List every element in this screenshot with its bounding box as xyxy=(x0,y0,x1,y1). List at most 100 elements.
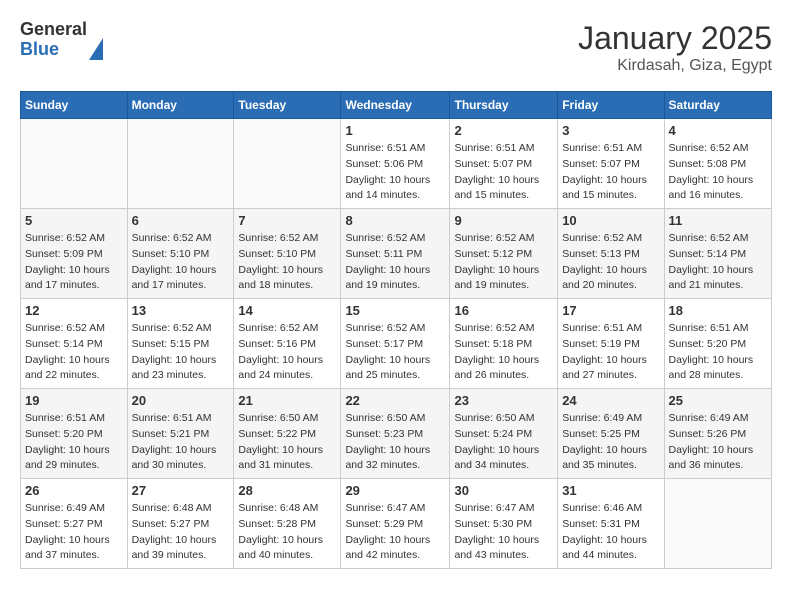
logo-icon xyxy=(89,38,103,60)
calendar-week-row: 1 Sunrise: 6:51 AM Sunset: 5:06 PM Daylig… xyxy=(21,119,772,209)
calendar-cell: 4 Sunrise: 6:52 AM Sunset: 5:08 PM Daylig… xyxy=(664,119,771,209)
day-info: Sunrise: 6:52 AM Sunset: 5:09 PM Dayligh… xyxy=(25,231,123,294)
day-info: Sunrise: 6:52 AM Sunset: 5:14 PM Dayligh… xyxy=(25,321,123,384)
day-info: Sunrise: 6:51 AM Sunset: 5:07 PM Dayligh… xyxy=(562,141,659,204)
calendar-cell: 17 Sunrise: 6:51 AM Sunset: 5:19 PM Dayli… xyxy=(558,299,664,389)
day-info: Sunrise: 6:49 AM Sunset: 5:27 PM Dayligh… xyxy=(25,501,123,564)
day-info: Sunrise: 6:48 AM Sunset: 5:27 PM Dayligh… xyxy=(132,501,230,564)
calendar-cell: 29 Sunrise: 6:47 AM Sunset: 5:29 PM Dayli… xyxy=(341,479,450,569)
day-info: Sunrise: 6:52 AM Sunset: 5:16 PM Dayligh… xyxy=(238,321,336,384)
calendar-cell: 12 Sunrise: 6:52 AM Sunset: 5:14 PM Dayli… xyxy=(21,299,128,389)
calendar-week-row: 12 Sunrise: 6:52 AM Sunset: 5:14 PM Dayli… xyxy=(21,299,772,389)
weekday-header-tuesday: Tuesday xyxy=(234,92,341,119)
weekday-header-sunday: Sunday xyxy=(21,92,128,119)
day-number: 25 xyxy=(669,393,767,408)
calendar-cell: 3 Sunrise: 6:51 AM Sunset: 5:07 PM Daylig… xyxy=(558,119,664,209)
day-info: Sunrise: 6:52 AM Sunset: 5:08 PM Dayligh… xyxy=(669,141,767,204)
weekday-header-saturday: Saturday xyxy=(664,92,771,119)
day-info: Sunrise: 6:49 AM Sunset: 5:25 PM Dayligh… xyxy=(562,411,659,474)
day-number: 30 xyxy=(454,483,553,498)
day-number: 3 xyxy=(562,123,659,138)
day-number: 10 xyxy=(562,213,659,228)
day-info: Sunrise: 6:52 AM Sunset: 5:17 PM Dayligh… xyxy=(345,321,445,384)
day-number: 29 xyxy=(345,483,445,498)
calendar-cell: 18 Sunrise: 6:51 AM Sunset: 5:20 PM Dayli… xyxy=(664,299,771,389)
day-number: 21 xyxy=(238,393,336,408)
calendar-cell: 5 Sunrise: 6:52 AM Sunset: 5:09 PM Daylig… xyxy=(21,209,128,299)
day-info: Sunrise: 6:47 AM Sunset: 5:29 PM Dayligh… xyxy=(345,501,445,564)
calendar-week-row: 19Sunrise: 6:51 AM Sunset: 5:20 PM Dayli… xyxy=(21,389,772,479)
day-info: Sunrise: 6:50 AM Sunset: 5:24 PM Dayligh… xyxy=(454,411,553,474)
day-info: Sunrise: 6:51 AM Sunset: 5:19 PM Dayligh… xyxy=(562,321,659,384)
calendar-cell: 2Sunrise: 6:51 AM Sunset: 5:07 PM Daylig… xyxy=(450,119,558,209)
logo: General Blue xyxy=(20,20,103,60)
page-header: General Blue January 2025 Kirdasah, Giza… xyxy=(20,20,772,75)
day-info: Sunrise: 6:51 AM Sunset: 5:21 PM Dayligh… xyxy=(132,411,230,474)
day-info: Sunrise: 6:49 AM Sunset: 5:26 PM Dayligh… xyxy=(669,411,767,474)
day-number: 1 xyxy=(345,123,445,138)
day-info: Sunrise: 6:52 AM Sunset: 5:18 PM Dayligh… xyxy=(454,321,553,384)
calendar-cell: 30 Sunrise: 6:47 AM Sunset: 5:30 PM Dayli… xyxy=(450,479,558,569)
calendar-cell: 13 Sunrise: 6:52 AM Sunset: 5:15 PM Dayli… xyxy=(127,299,234,389)
calendar-cell xyxy=(664,479,771,569)
calendar-cell: 9Sunrise: 6:52 AM Sunset: 5:12 PM Daylig… xyxy=(450,209,558,299)
weekday-header-thursday: Thursday xyxy=(450,92,558,119)
weekday-header-wednesday: Wednesday xyxy=(341,92,450,119)
day-info: Sunrise: 6:52 AM Sunset: 5:10 PM Dayligh… xyxy=(132,231,230,294)
calendar-cell: 10Sunrise: 6:52 AM Sunset: 5:13 PM Dayli… xyxy=(558,209,664,299)
day-info: Sunrise: 6:51 AM Sunset: 5:20 PM Dayligh… xyxy=(669,321,767,384)
day-number: 9 xyxy=(454,213,553,228)
day-number: 18 xyxy=(669,303,767,318)
day-info: Sunrise: 6:52 AM Sunset: 5:11 PM Dayligh… xyxy=(345,231,445,294)
calendar-cell: 15Sunrise: 6:52 AM Sunset: 5:17 PM Dayli… xyxy=(341,299,450,389)
day-number: 7 xyxy=(238,213,336,228)
calendar-cell: 16 Sunrise: 6:52 AM Sunset: 5:18 PM Dayli… xyxy=(450,299,558,389)
day-info: Sunrise: 6:52 AM Sunset: 5:15 PM Dayligh… xyxy=(132,321,230,384)
calendar-cell: 8 Sunrise: 6:52 AM Sunset: 5:11 PM Daylig… xyxy=(341,209,450,299)
day-info: Sunrise: 6:47 AM Sunset: 5:30 PM Dayligh… xyxy=(454,501,553,564)
calendar-cell: 26 Sunrise: 6:49 AM Sunset: 5:27 PM Dayli… xyxy=(21,479,128,569)
calendar-table: SundayMondayTuesdayWednesdayThursdayFrid… xyxy=(20,91,772,569)
day-number: 5 xyxy=(25,213,123,228)
weekday-header-friday: Friday xyxy=(558,92,664,119)
day-number: 24 xyxy=(562,393,659,408)
calendar-cell: 23 Sunrise: 6:50 AM Sunset: 5:24 PM Dayli… xyxy=(450,389,558,479)
weekday-header-monday: Monday xyxy=(127,92,234,119)
day-number: 23 xyxy=(454,393,553,408)
day-number: 27 xyxy=(132,483,230,498)
calendar-cell: 19Sunrise: 6:51 AM Sunset: 5:20 PM Dayli… xyxy=(21,389,128,479)
day-info: Sunrise: 6:46 AM Sunset: 5:31 PM Dayligh… xyxy=(562,501,659,564)
day-info: Sunrise: 6:51 AM Sunset: 5:06 PM Dayligh… xyxy=(345,141,445,204)
calendar-cell: 1 Sunrise: 6:51 AM Sunset: 5:06 PM Daylig… xyxy=(341,119,450,209)
day-number: 13 xyxy=(132,303,230,318)
day-number: 8 xyxy=(345,213,445,228)
day-info: Sunrise: 6:50 AM Sunset: 5:22 PM Dayligh… xyxy=(238,411,336,474)
day-number: 16 xyxy=(454,303,553,318)
calendar-cell: 14Sunrise: 6:52 AM Sunset: 5:16 PM Dayli… xyxy=(234,299,341,389)
day-info: Sunrise: 6:48 AM Sunset: 5:28 PM Dayligh… xyxy=(238,501,336,564)
calendar-week-row: 5 Sunrise: 6:52 AM Sunset: 5:09 PM Daylig… xyxy=(21,209,772,299)
calendar-cell: 21 Sunrise: 6:50 AM Sunset: 5:22 PM Dayli… xyxy=(234,389,341,479)
calendar-cell: 22 Sunrise: 6:50 AM Sunset: 5:23 PM Dayli… xyxy=(341,389,450,479)
calendar-cell: 20 Sunrise: 6:51 AM Sunset: 5:21 PM Dayli… xyxy=(127,389,234,479)
day-number: 28 xyxy=(238,483,336,498)
day-info: Sunrise: 6:50 AM Sunset: 5:23 PM Dayligh… xyxy=(345,411,445,474)
day-number: 6 xyxy=(132,213,230,228)
day-number: 20 xyxy=(132,393,230,408)
calendar-title: January 2025 xyxy=(578,20,772,57)
calendar-cell: 6 Sunrise: 6:52 AM Sunset: 5:10 PM Daylig… xyxy=(127,209,234,299)
logo-text: General Blue xyxy=(20,20,87,60)
day-number: 26 xyxy=(25,483,123,498)
day-info: Sunrise: 6:52 AM Sunset: 5:10 PM Dayligh… xyxy=(238,231,336,294)
day-number: 19 xyxy=(25,393,123,408)
day-number: 4 xyxy=(669,123,767,138)
day-number: 11 xyxy=(669,213,767,228)
day-number: 2 xyxy=(454,123,553,138)
day-number: 17 xyxy=(562,303,659,318)
day-number: 12 xyxy=(25,303,123,318)
day-number: 22 xyxy=(345,393,445,408)
calendar-cell: 7 Sunrise: 6:52 AM Sunset: 5:10 PM Daylig… xyxy=(234,209,341,299)
calendar-cell: 11Sunrise: 6:52 AM Sunset: 5:14 PM Dayli… xyxy=(664,209,771,299)
logo-blue: Blue xyxy=(20,40,87,60)
calendar-week-row: 26 Sunrise: 6:49 AM Sunset: 5:27 PM Dayli… xyxy=(21,479,772,569)
